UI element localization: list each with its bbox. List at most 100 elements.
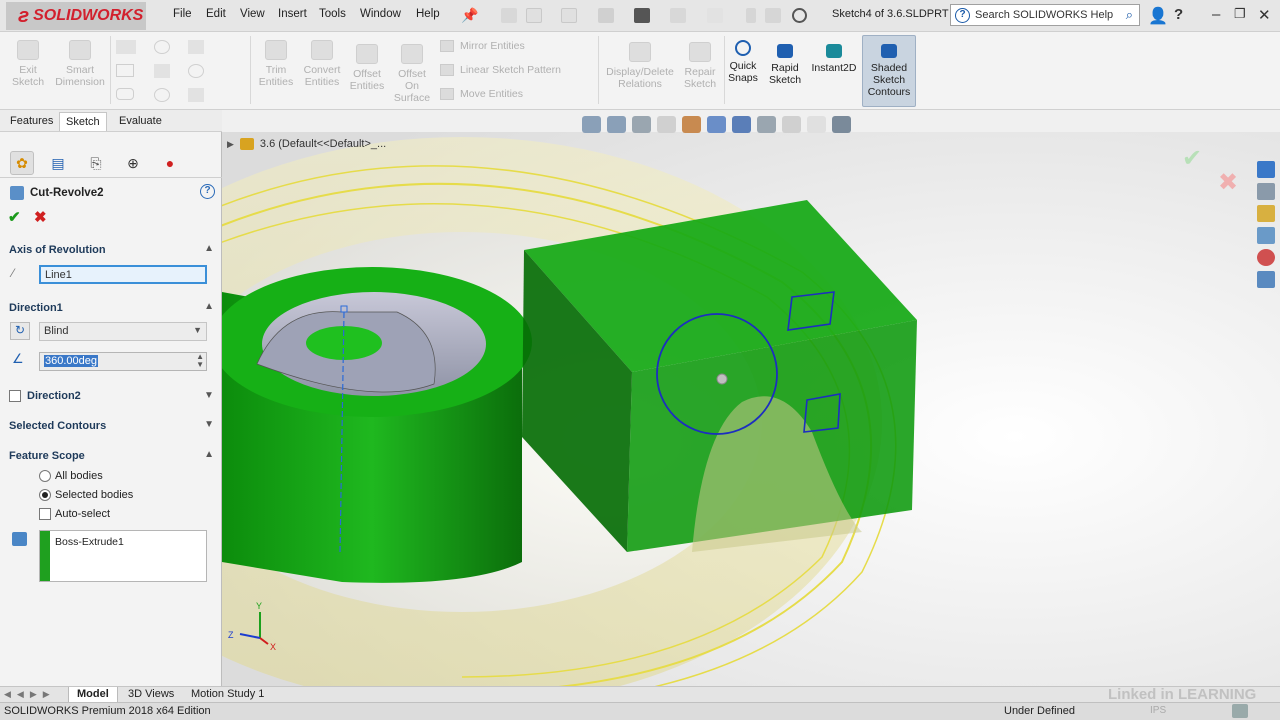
status-settings-icon[interactable] (1232, 704, 1248, 718)
display-manager-tab-icon[interactable]: ● (158, 151, 182, 175)
direction2-header[interactable]: Direction2 (9, 390, 81, 402)
file-properties-icon[interactable] (765, 8, 781, 23)
select-cursor-icon[interactable] (707, 8, 723, 23)
viewport-minimize-icon[interactable]: – (1201, 132, 1207, 133)
view-settings-icon[interactable] (832, 116, 851, 133)
confirmation-ok-icon[interactable]: ✔ (1182, 144, 1202, 173)
reverse-direction-icon[interactable]: ↻ (10, 322, 30, 340)
axis-selection-field[interactable]: Line1 (39, 265, 207, 284)
mirror-entities-button[interactable]: Mirror Entities (440, 40, 525, 52)
solidworks-logo[interactable]: ƨ SOLIDWORKS (6, 2, 146, 30)
search-icon[interactable]: ⌕ (1126, 7, 1133, 23)
smart-dimension-button[interactable]: Smart Dimension (52, 40, 108, 88)
menu-edit[interactable]: Edit (206, 8, 226, 20)
collapse-chevron-icon[interactable]: ▲ (204, 243, 214, 254)
menu-help[interactable]: Help (416, 8, 440, 20)
open-folder-icon[interactable] (561, 8, 577, 23)
trim-entities-button[interactable]: Trim Entities (256, 40, 296, 88)
print-icon[interactable] (634, 8, 650, 23)
expand-chevron-icon[interactable]: ▼ (204, 390, 214, 401)
minimize-window-icon[interactable]: – (1212, 6, 1220, 23)
edit-appearance-icon[interactable] (782, 116, 801, 133)
rectangle-icon[interactable] (116, 64, 134, 77)
menu-view[interactable]: View (240, 8, 265, 20)
undo-icon[interactable] (670, 8, 686, 23)
view-palette-icon[interactable] (1257, 227, 1275, 244)
restore-window-icon[interactable]: ❐ (1234, 6, 1246, 22)
selected-contours-header[interactable]: Selected Contours ▼ (0, 416, 222, 436)
auto-select-option[interactable]: Auto-select (39, 508, 110, 520)
collapse-chevron-icon[interactable]: ▲ (204, 301, 214, 312)
tab-3d-views[interactable]: 3D Views (120, 687, 182, 703)
home-icon[interactable] (501, 8, 517, 23)
end-condition-select[interactable]: Blind ▼ (39, 322, 207, 341)
menu-window[interactable]: Window (360, 8, 401, 20)
graphics-area[interactable]: Z Y X ▶ 3.6 (Default<<Default>_... ✔ ✖ ◫… (222, 132, 1280, 686)
spinner-arrows-icon[interactable]: ▲ ▼ (196, 353, 204, 369)
help-menu-icon[interactable]: ? (1174, 6, 1183, 23)
fillet-icon[interactable] (188, 88, 204, 102)
collapse-chevron-icon[interactable]: ▲ (204, 449, 214, 460)
apply-scene-icon[interactable] (807, 116, 826, 133)
expand-chevron-icon[interactable]: ▼ (204, 419, 214, 430)
feature-scope-header[interactable]: Feature Scope ▲ (0, 446, 222, 466)
bodies-to-affect-list[interactable]: Boss-Extrude1 (39, 530, 207, 582)
view-orientation-icon[interactable] (707, 116, 726, 133)
ellipse-icon[interactable] (188, 64, 204, 78)
user-account-icon[interactable]: 👤 (1148, 6, 1168, 26)
file-explorer-icon[interactable] (1257, 205, 1275, 222)
tab-sketch[interactable]: Sketch (59, 112, 107, 131)
help-icon[interactable]: ? (200, 184, 215, 199)
property-manager-tab-icon[interactable]: ▤ (46, 151, 70, 175)
menu-insert[interactable]: Insert (278, 8, 307, 20)
custom-properties-icon[interactable] (1257, 271, 1275, 288)
axis-of-revolution-header[interactable]: Axis of Revolution ▲ (0, 240, 222, 260)
ok-checkmark-icon[interactable]: ✔ (8, 208, 21, 226)
selected-bodies-radio[interactable] (39, 489, 51, 501)
all-bodies-radio[interactable] (39, 470, 51, 482)
options-gear-icon[interactable] (792, 8, 807, 23)
direction2-checkbox[interactable] (9, 390, 21, 402)
display-delete-relations-button[interactable]: Display/Delete Relations (604, 42, 676, 90)
repair-sketch-button[interactable]: Repair Sketch (680, 42, 720, 90)
feature-tree-flyout[interactable]: ▶ 3.6 (Default<<Default>_... (227, 138, 386, 150)
selected-bodies-option[interactable]: Selected bodies (39, 489, 133, 501)
previous-view-icon[interactable] (632, 116, 651, 133)
unit-system[interactable]: IPS (1150, 705, 1166, 716)
move-entities-button[interactable]: Move Entities (440, 88, 523, 100)
convert-entities-button[interactable]: Convert Entities (300, 40, 344, 88)
solidworks-resources-icon[interactable] (1257, 161, 1275, 178)
menu-tools[interactable]: Tools (319, 8, 346, 20)
design-library-icon[interactable] (1257, 183, 1275, 200)
tab-evaluate[interactable]: Evaluate (113, 112, 168, 131)
section-view-icon[interactable] (657, 116, 676, 133)
offset-on-surface-button[interactable]: Offset On Surface (392, 44, 432, 104)
offset-entities-button[interactable]: Offset Entities (346, 44, 388, 92)
dimxpert-tab-icon[interactable]: ⊕ (121, 151, 145, 175)
viewport-restore-icon[interactable]: ❐ (1221, 132, 1231, 133)
slot-icon[interactable] (116, 88, 134, 100)
exit-sketch-button[interactable]: Exit Sketch (6, 40, 50, 88)
menu-file[interactable]: File (173, 8, 192, 20)
rebuild-icon[interactable] (746, 8, 756, 23)
all-bodies-option[interactable]: All bodies (39, 470, 103, 482)
close-window-icon[interactable]: ✕ (1258, 6, 1271, 24)
rapid-sketch-button[interactable]: Rapid Sketch (766, 44, 804, 86)
viewport-tile-icon[interactable]: ◨ (1176, 132, 1186, 133)
new-document-icon[interactable] (526, 8, 542, 23)
angle-input[interactable]: 360.00deg ▲ ▼ (39, 352, 207, 371)
direction1-header[interactable]: Direction1 ▲ (0, 298, 222, 318)
zoom-to-area-icon[interactable] (607, 116, 626, 133)
expand-arrow-icon[interactable]: ▶ (227, 139, 234, 150)
quick-snaps-button[interactable]: Quick Snaps (726, 40, 760, 84)
linear-sketch-pattern-button[interactable]: Linear Sketch Pattern (440, 64, 561, 76)
polygon-icon[interactable] (154, 88, 170, 102)
tab-model[interactable]: Model (68, 687, 118, 703)
confirmation-cancel-icon[interactable]: ✖ (1218, 168, 1238, 197)
instant2d-button[interactable]: Instant2D (808, 44, 860, 74)
display-style-icon[interactable] (732, 116, 751, 133)
hide-show-items-icon[interactable] (757, 116, 776, 133)
zoom-to-fit-icon[interactable] (582, 116, 601, 133)
cancel-x-icon[interactable]: ✖ (34, 208, 47, 226)
tab-features[interactable]: Features (4, 112, 59, 131)
